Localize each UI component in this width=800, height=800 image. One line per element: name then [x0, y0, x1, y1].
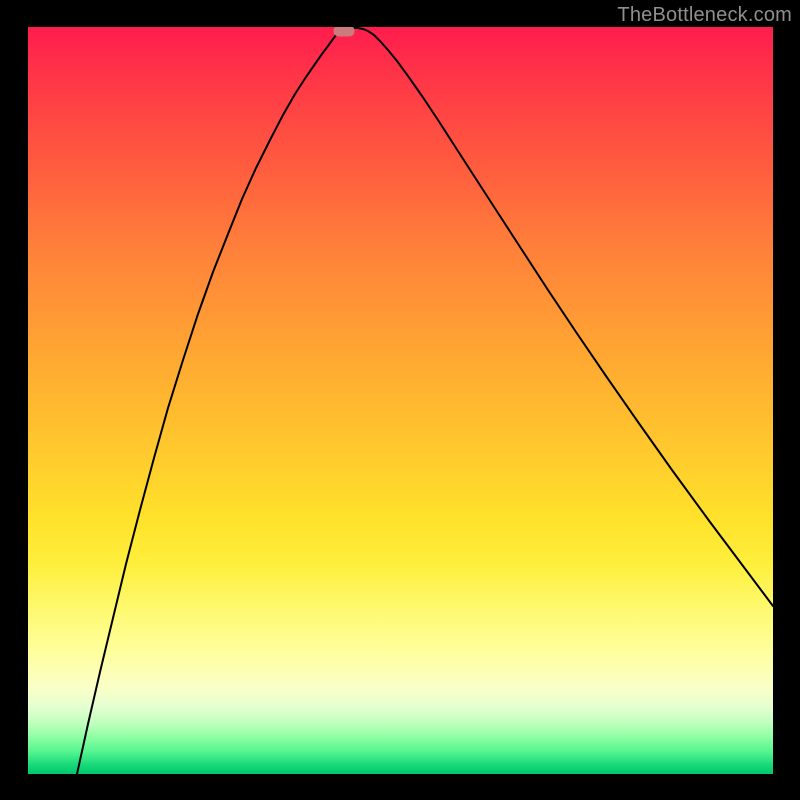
curve-layer [28, 27, 773, 774]
plot-area [28, 27, 773, 774]
optimal-marker [334, 27, 355, 37]
bottleneck-curve [77, 28, 773, 774]
chart-frame: TheBottleneck.com [0, 0, 800, 800]
watermark-text: TheBottleneck.com [617, 4, 792, 27]
